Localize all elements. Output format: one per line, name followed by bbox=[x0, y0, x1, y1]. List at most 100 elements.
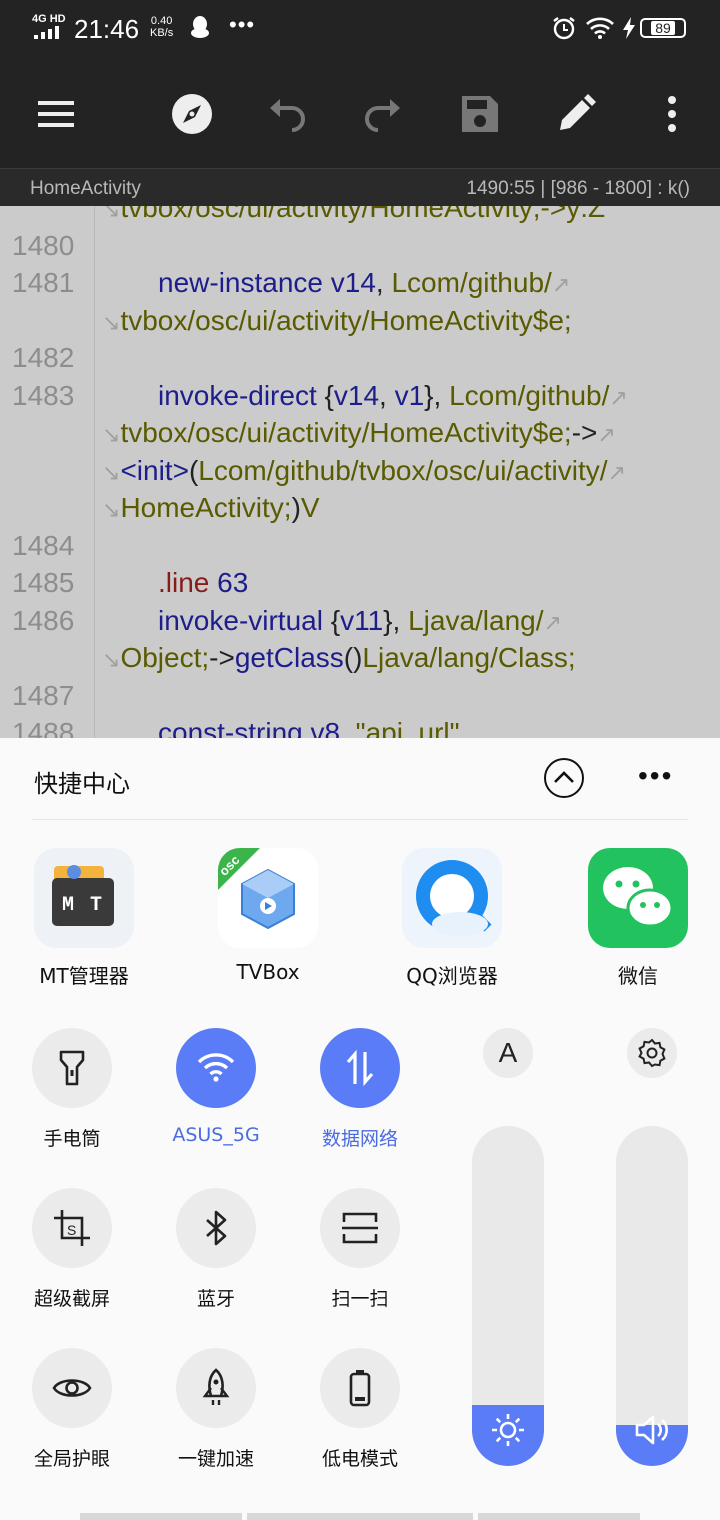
code-token: Lcom/github/ bbox=[391, 267, 552, 298]
code-token: Object; bbox=[120, 642, 210, 673]
wifi-icon bbox=[197, 1053, 235, 1082]
code-editor[interactable]: ↘tvbox/osc/ui/activity/HomeActivity;->y:… bbox=[0, 206, 720, 738]
code-line: 1480 bbox=[0, 226, 720, 264]
settings-button[interactable] bbox=[627, 1028, 677, 1078]
code-token: , bbox=[340, 717, 356, 738]
code-token: v11 bbox=[340, 604, 384, 636]
wrap-marker-icon: ↘ bbox=[102, 459, 121, 485]
tile-boost[interactable]: 一键加速 bbox=[146, 1348, 286, 1471]
brightness-slider[interactable] bbox=[472, 1126, 544, 1466]
code-token: -> bbox=[571, 417, 598, 448]
app-qq-browser[interactable]: QQ浏览器 bbox=[382, 848, 522, 989]
code-token: v14 bbox=[333, 379, 380, 411]
wrap-marker-icon: ↗ bbox=[609, 384, 628, 410]
cursor-position: 1490:55 | [986 - 1800] : k() bbox=[466, 178, 690, 199]
code-text: invoke-direct {v14, v1}, Lcom/github/↗ bbox=[158, 380, 628, 412]
tile-circle bbox=[32, 1348, 112, 1428]
code-text: new-instance v14, Lcom/github/↗ bbox=[158, 267, 570, 299]
tile-label: ASUS_5G bbox=[172, 1124, 260, 1146]
tile-screenshot[interactable]: S 超级截屏 bbox=[2, 1188, 142, 1311]
quick-center-panel: 快捷中心 ••• M T MT管理器 osc TVBox QQ浏览器 微信 手电… bbox=[0, 738, 720, 1520]
code-token: .line bbox=[158, 567, 218, 598]
code-token: Lcom/github/tvbox/osc/ui/activity/ bbox=[198, 454, 608, 486]
nav-hint-right bbox=[478, 1513, 640, 1520]
qq-penguin-icon bbox=[191, 16, 209, 38]
net-speed-value: 0.40 bbox=[150, 15, 173, 27]
app-mt-manager[interactable]: M T MT管理器 bbox=[14, 848, 154, 989]
code-token: , bbox=[375, 267, 392, 298]
code-token: V bbox=[300, 492, 320, 523]
tile-mobile-data[interactable]: 数据网络 bbox=[290, 1028, 430, 1151]
app-wechat[interactable]: 微信 bbox=[568, 848, 708, 989]
code-line: 1487 bbox=[0, 676, 720, 714]
tile-circle bbox=[320, 1188, 400, 1268]
tile-label: 手电筒 bbox=[43, 1128, 101, 1150]
code-token: , bbox=[379, 379, 395, 411]
bluetooth-icon bbox=[206, 1210, 227, 1246]
panel-more-icon[interactable]: ••• bbox=[638, 760, 673, 792]
signal-icon bbox=[34, 26, 59, 39]
line-number: 1482 bbox=[12, 342, 75, 373]
code-token: Lcom/github/ bbox=[449, 379, 610, 411]
compass-icon[interactable] bbox=[170, 92, 214, 136]
code-text: ↘HomeActivity;)V bbox=[102, 492, 320, 524]
code-token: }, bbox=[424, 379, 450, 411]
battery-icon bbox=[349, 1370, 371, 1407]
code-token: }, bbox=[383, 604, 409, 636]
auto-brightness-button[interactable]: A bbox=[483, 1028, 533, 1078]
line-number: 1488 bbox=[12, 717, 75, 738]
tile-wifi[interactable]: ASUS_5G bbox=[146, 1028, 286, 1146]
code-token: HomeActivity; bbox=[120, 492, 292, 523]
wrap-marker-icon: ↗ bbox=[551, 272, 571, 297]
mobile-data-icon bbox=[346, 1049, 374, 1087]
speaker-icon bbox=[635, 1415, 668, 1445]
clock: 21:46 bbox=[74, 14, 140, 44]
code-token: getClass bbox=[234, 642, 344, 673]
menu-icon[interactable] bbox=[34, 92, 78, 136]
edit-icon[interactable] bbox=[554, 92, 598, 136]
tile-label: 扫一扫 bbox=[331, 1288, 389, 1310]
tile-label: 低电模式 bbox=[321, 1448, 398, 1470]
code-token: Ljava/lang/Class; bbox=[362, 642, 576, 673]
wechat-icon bbox=[588, 848, 688, 948]
code-line: 1485 .line 63 bbox=[0, 563, 720, 601]
wrap-marker-icon: ↘ bbox=[102, 647, 121, 672]
more-vert-icon[interactable] bbox=[650, 92, 694, 136]
code-token: v14 bbox=[330, 267, 376, 298]
code-token: -> bbox=[209, 642, 235, 673]
tile-flashlight[interactable]: 手电筒 bbox=[2, 1028, 142, 1151]
undo-icon[interactable] bbox=[266, 92, 310, 136]
app-tvbox[interactable]: osc TVBox bbox=[198, 848, 338, 984]
code-text: .line 63 bbox=[158, 567, 248, 599]
volume-slider[interactable] bbox=[616, 1126, 688, 1466]
editor-info-bar: HomeActivity 1490:55 | [986 - 1800] : k(… bbox=[0, 168, 720, 206]
code-line: ↘HomeActivity;)V bbox=[0, 488, 720, 526]
divider bbox=[32, 819, 688, 820]
code-token: tvbox/osc/ui/activity/HomeActivity$e; bbox=[120, 304, 572, 336]
tile-bluetooth[interactable]: 蓝牙 bbox=[146, 1188, 286, 1311]
save-icon[interactable] bbox=[458, 92, 502, 136]
line-number: 1481 bbox=[12, 267, 75, 298]
tile-low-power[interactable]: 低电模式 bbox=[290, 1348, 430, 1471]
flashlight-icon bbox=[59, 1050, 85, 1086]
code-token: v1 bbox=[394, 379, 425, 411]
collapse-up-icon[interactable] bbox=[544, 758, 584, 798]
more-notifications-icon: ••• bbox=[229, 12, 256, 37]
code-line: ↘tvbox/osc/ui/activity/HomeActivity;->y:… bbox=[0, 206, 720, 226]
code-token: <init> bbox=[120, 454, 189, 486]
tile-circle bbox=[176, 1188, 256, 1268]
tile-eye-care[interactable]: 全局护眼 bbox=[2, 1348, 142, 1471]
code-token: ( bbox=[188, 454, 199, 486]
code-token: const-string bbox=[158, 717, 311, 738]
tile-circle: S bbox=[32, 1188, 112, 1268]
panel-title: 快捷中心 bbox=[34, 770, 130, 798]
wrap-marker-icon: ↘ bbox=[102, 309, 121, 335]
mt-badge: M T bbox=[61, 894, 104, 917]
tile-scan[interactable]: 扫一扫 bbox=[290, 1188, 430, 1311]
code-token: v8 bbox=[310, 717, 341, 738]
code-token: invoke-virtual bbox=[158, 604, 331, 636]
line-number: 1480 bbox=[12, 229, 75, 261]
tile-circle bbox=[176, 1028, 256, 1108]
file-name: HomeActivity bbox=[30, 178, 141, 199]
redo-icon[interactable] bbox=[360, 92, 404, 136]
